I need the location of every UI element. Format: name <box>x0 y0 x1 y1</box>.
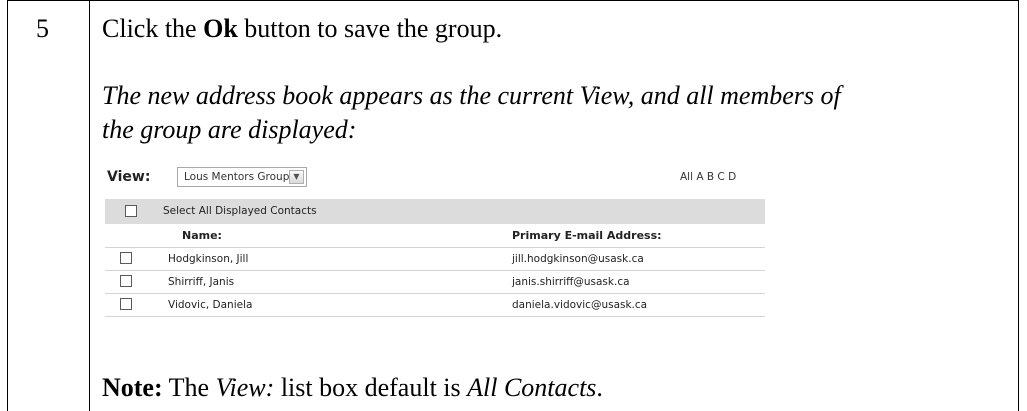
contact-email: daniela.vidovic@usask.ca <box>512 299 648 311</box>
select-all-bar: Select All Displayed Contacts <box>105 199 765 224</box>
contact-email: janis.shirriff@usask.ca <box>512 276 630 288</box>
step-note: Note: The View: list box default is All … <box>102 373 603 402</box>
table-left-border <box>7 0 8 411</box>
step-description-line-1: The new address book appears as the curr… <box>102 81 841 110</box>
instruction-table: 5 Click the Ok button to save the group.… <box>0 0 1027 411</box>
table-top-border <box>7 0 1018 1</box>
table-column-divider <box>89 0 90 411</box>
contact-row: Vidovic, Daniela daniela.vidovic@usask.c… <box>105 293 765 316</box>
contact-name: Shirriff, Janis <box>168 276 235 288</box>
column-header-name: Name: <box>182 229 222 242</box>
step-description-line-2: the group are displayed: <box>102 115 357 144</box>
step-instruction: Click the Ok button to save the group. <box>102 14 503 43</box>
address-book-screenshot: View: Lous Mentors Group ▼ All A B C D S… <box>105 166 765 356</box>
table-bottom-rule <box>105 316 765 317</box>
contact-name: Hodgkinson, Jill <box>168 253 249 265</box>
contact-email: jill.hodgkinson@usask.ca <box>512 253 644 265</box>
view-label: View: <box>107 169 151 185</box>
contact-name: Vidovic, Daniela <box>168 299 253 311</box>
contact-checkbox[interactable] <box>120 252 132 264</box>
step-number: 5 <box>36 14 49 43</box>
alphabet-filter[interactable]: All A B C D <box>680 171 736 183</box>
select-all-checkbox[interactable] <box>125 205 137 217</box>
contact-row: Hodgkinson, Jill jill.hodgkinson@usask.c… <box>105 247 765 270</box>
select-all-label: Select All Displayed Contacts <box>163 205 317 217</box>
view-dropdown[interactable]: Lous Mentors Group ▼ <box>177 167 307 187</box>
chevron-down-icon[interactable]: ▼ <box>289 170 304 184</box>
contact-row: Shirriff, Janis janis.shirriff@usask.ca <box>105 270 765 293</box>
column-header-email: Primary E-mail Address: <box>512 229 662 242</box>
contact-checkbox[interactable] <box>120 275 132 287</box>
table-right-border <box>1018 0 1019 411</box>
note-label: Note: <box>102 373 163 402</box>
contact-checkbox[interactable] <box>120 298 132 310</box>
view-dropdown-value: Lous Mentors Group <box>184 171 290 183</box>
